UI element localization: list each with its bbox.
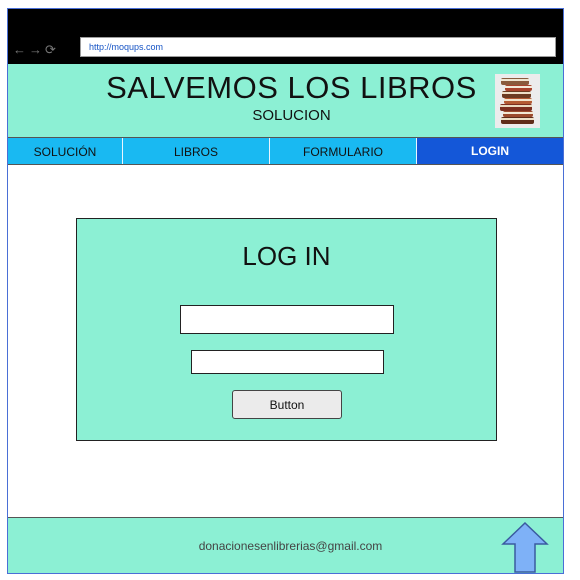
- menu-item-login[interactable]: LOGIN: [417, 138, 563, 164]
- site-header: SALVEMOS LOS LIBROS SOLUCION: [8, 64, 563, 137]
- arrow-up-icon[interactable]: [501, 522, 549, 574]
- login-panel: LOG IN Button: [76, 218, 497, 441]
- username-field[interactable]: [180, 305, 394, 334]
- browser-window: ← → ⟳ http://moqups.com SALVEMOS LOS LIBRO…: [7, 8, 564, 574]
- menu-item-libros[interactable]: LIBROS: [123, 138, 270, 164]
- menu-item-formulario[interactable]: FORMULARIO: [270, 138, 417, 164]
- arrow-right-icon[interactable]: →: [29, 42, 43, 57]
- arrow-left-icon[interactable]: ←: [13, 42, 27, 57]
- menu-item-solucion[interactable]: SOLUCIÓN: [8, 138, 123, 164]
- login-button[interactable]: Button: [232, 390, 342, 419]
- site-title: SALVEMOS LOS LIBROS: [106, 70, 477, 105]
- site-subtitle: SOLUCION: [252, 107, 331, 124]
- address-bar[interactable]: http://moqups.com: [80, 37, 556, 57]
- footer-email: donacionesenlibrerias@gmail.com: [198, 539, 383, 553]
- stacked-books-icon: [495, 74, 540, 128]
- password-field[interactable]: [191, 350, 384, 374]
- reload-icon[interactable]: ⟳: [45, 42, 57, 58]
- site-footer: donacionesenlibrerias@gmail.com: [8, 517, 563, 574]
- main-content: LOG IN Button: [8, 165, 563, 517]
- browser-toolbar: ← → ⟳ http://moqups.com: [8, 9, 563, 64]
- main-menu: SOLUCIÓN LIBROS FORMULARIO LOGIN: [8, 137, 563, 165]
- login-title: LOG IN: [242, 241, 331, 271]
- address-url: http://moqups.com: [89, 42, 164, 52]
